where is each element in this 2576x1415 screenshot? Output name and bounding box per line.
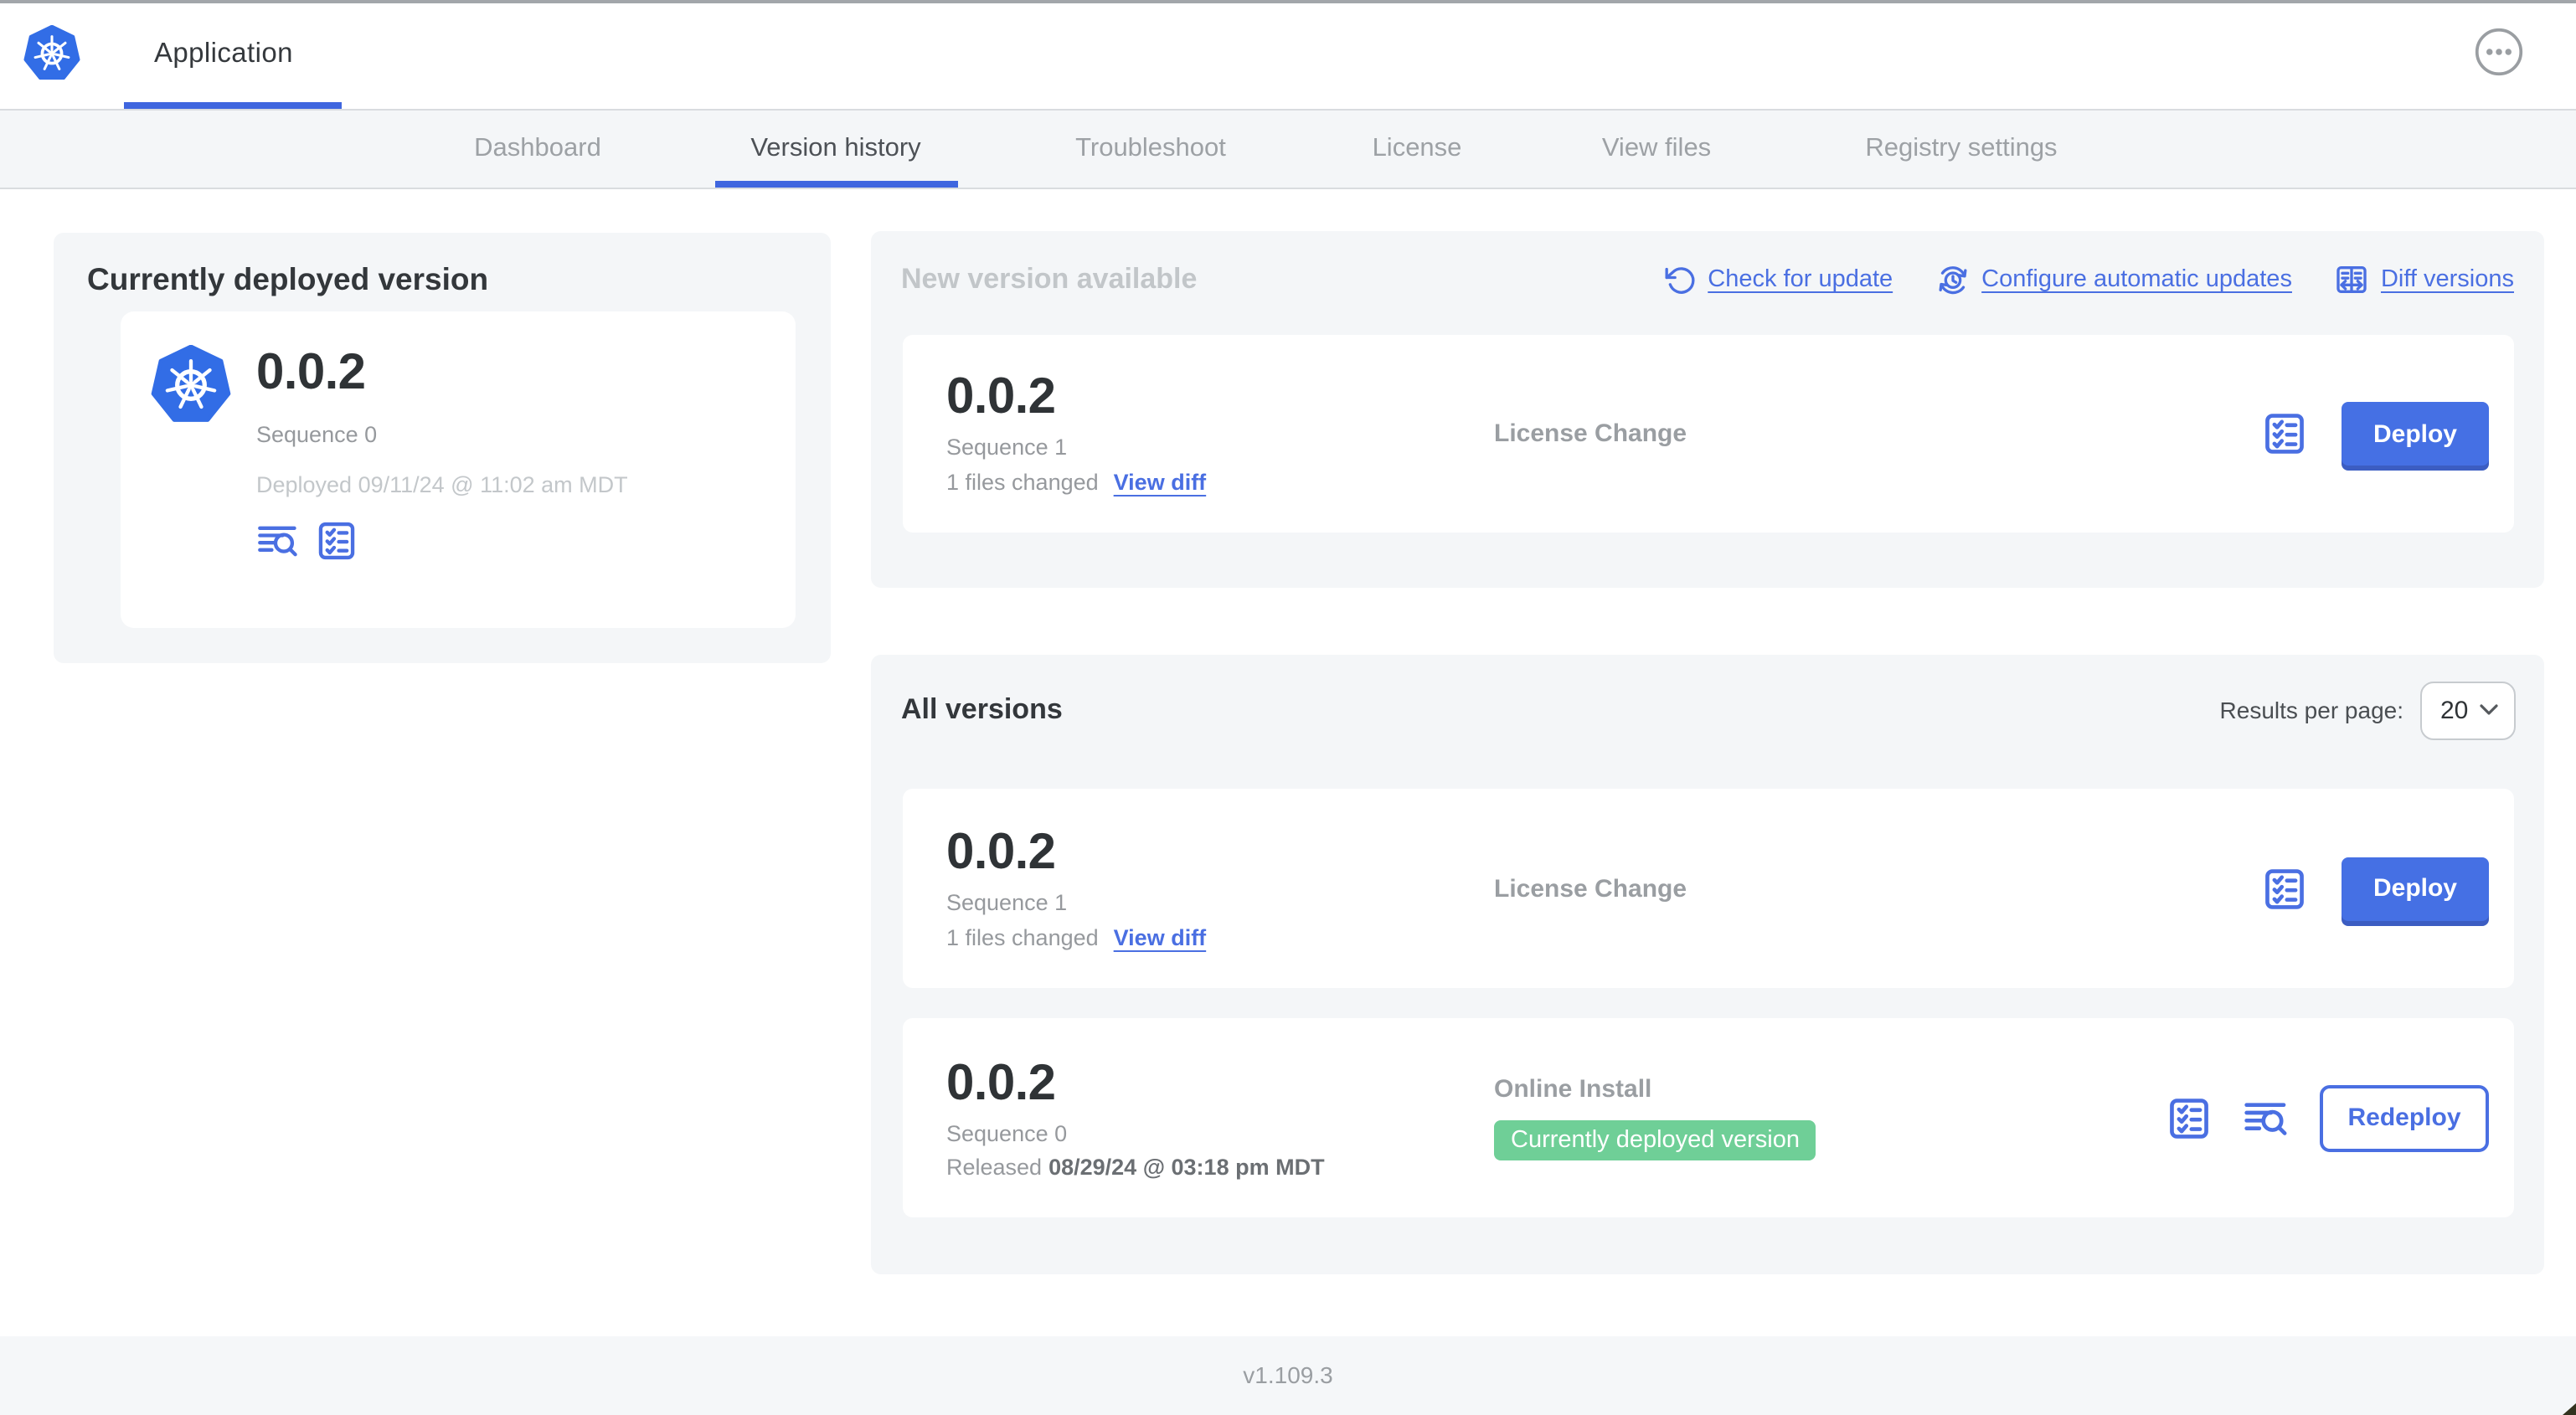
files-changed: 1 files changed [946,470,1099,495]
check-for-update-link[interactable]: Check for update [1662,263,1893,296]
chevron-down-icon [2480,704,2498,715]
view-diff-link[interactable]: View diff [1114,923,1207,953]
currently-deployed-badge: Currently deployed version [1494,1120,1816,1160]
diff-versions-link[interactable]: Diff versions [2336,263,2514,296]
logs-icon [258,526,297,557]
files-changed: 1 files changed [946,924,1099,949]
configure-automatic-updates-link[interactable]: Configure automatic updates [1936,263,2292,296]
current-version-panel-title: Currently deployed version [87,261,489,296]
console-version: v1.109.3 [1243,1361,1333,1388]
new-version-panel-title: New version available [901,263,1198,295]
preflight-checks-button[interactable] [315,519,358,563]
app-title-underline [124,102,342,109]
current-version-panel: Currently deployed version 0.0.2 Sequenc… [54,233,831,663]
version-sequence: Sequence 0 [946,1120,1068,1145]
tab-view-files[interactable]: View files [1602,111,1711,186]
new-version-panel: New version available Check for update C… [871,231,2544,588]
checklist-icon [318,522,355,560]
version-number: 0.0.2 [946,824,1056,879]
view-logs-button[interactable] [256,519,300,563]
diff-icon [2337,266,2367,294]
tab-license[interactable]: License [1373,111,1462,186]
current-version-number: 0.0.2 [256,345,366,400]
preflight-checks-button[interactable] [2261,865,2308,912]
app-header: Application [0,0,2576,109]
version-sequence: Sequence 1 [946,889,1068,914]
app-title: Application [154,39,293,69]
version-row: 0.0.2 Sequence 0 Released 08/29/24 @ 03:1… [903,1018,2514,1217]
version-row: 0.0.2 Sequence 1 1 files changed View di… [903,789,2514,988]
current-version-sequence: Sequence 0 [256,422,378,447]
current-version-deployed-at: Deployed 09/11/24 @ 11:02 am MDT [256,472,628,497]
view-logs-button[interactable] [2243,1094,2290,1141]
checklist-icon [2170,1098,2208,1138]
app-subnav: Dashboard Version history Troubleshoot L… [0,109,2576,189]
view-diff-link[interactable]: View diff [1114,468,1207,498]
version-source-label: License Change [1494,419,1687,448]
checklist-icon [2265,414,2304,454]
all-versions-panel: All versions Results per page: 20 0.0.2 … [871,655,2544,1274]
tab-registry-settings[interactable]: Registry settings [1865,111,2057,186]
deploy-button[interactable]: Deploy [2342,402,2489,466]
tab-troubleshoot[interactable]: Troubleshoot [1075,111,1226,186]
ellipsis-icon [2475,28,2523,76]
version-source-label: Online Install [1494,1075,1652,1104]
active-tab-underline [715,181,958,188]
cursor-artifact [2563,1403,2576,1415]
preflight-checks-button[interactable] [2261,410,2308,457]
kots-admin-screen: Application Dashboard Version history Tr… [0,0,2576,1415]
deploy-button[interactable]: Deploy [2342,857,2489,920]
preflight-checks-button[interactable] [2166,1094,2213,1141]
refresh-icon [1664,267,1694,294]
results-per-page-select[interactable]: 20 [2420,681,2516,739]
checklist-icon [2265,868,2304,908]
overflow-menu-button[interactable] [2474,27,2524,77]
version-number: 0.0.2 [946,369,1056,424]
new-version-card: 0.0.2 Sequence 1 1 files changed View di… [903,335,2514,533]
version-sequence: Sequence 1 [946,435,1068,460]
kubernetes-app-icon [151,345,231,422]
tab-dashboard[interactable]: Dashboard [474,111,601,186]
kubernetes-logo-icon [23,25,80,80]
results-per-page-label: Results per page: [2219,697,2403,723]
app-footer: v1.109.3 [0,1336,2576,1415]
version-released-at: Released 08/29/24 @ 03:18 pm MDT [946,1154,1325,1179]
current-version-card: 0.0.2 Sequence 0 Deployed 09/11/24 @ 11:… [121,311,796,628]
version-number: 0.0.2 [946,1055,1056,1110]
logs-icon [2244,1102,2287,1135]
all-versions-title: All versions [901,693,1063,725]
version-source-label: License Change [1494,874,1687,903]
tab-version-history[interactable]: Version history [750,111,920,186]
redeploy-button[interactable]: Redeploy [2320,1084,2489,1151]
scheduled-update-icon [1939,266,1967,295]
window-top-edge [0,0,2576,3]
